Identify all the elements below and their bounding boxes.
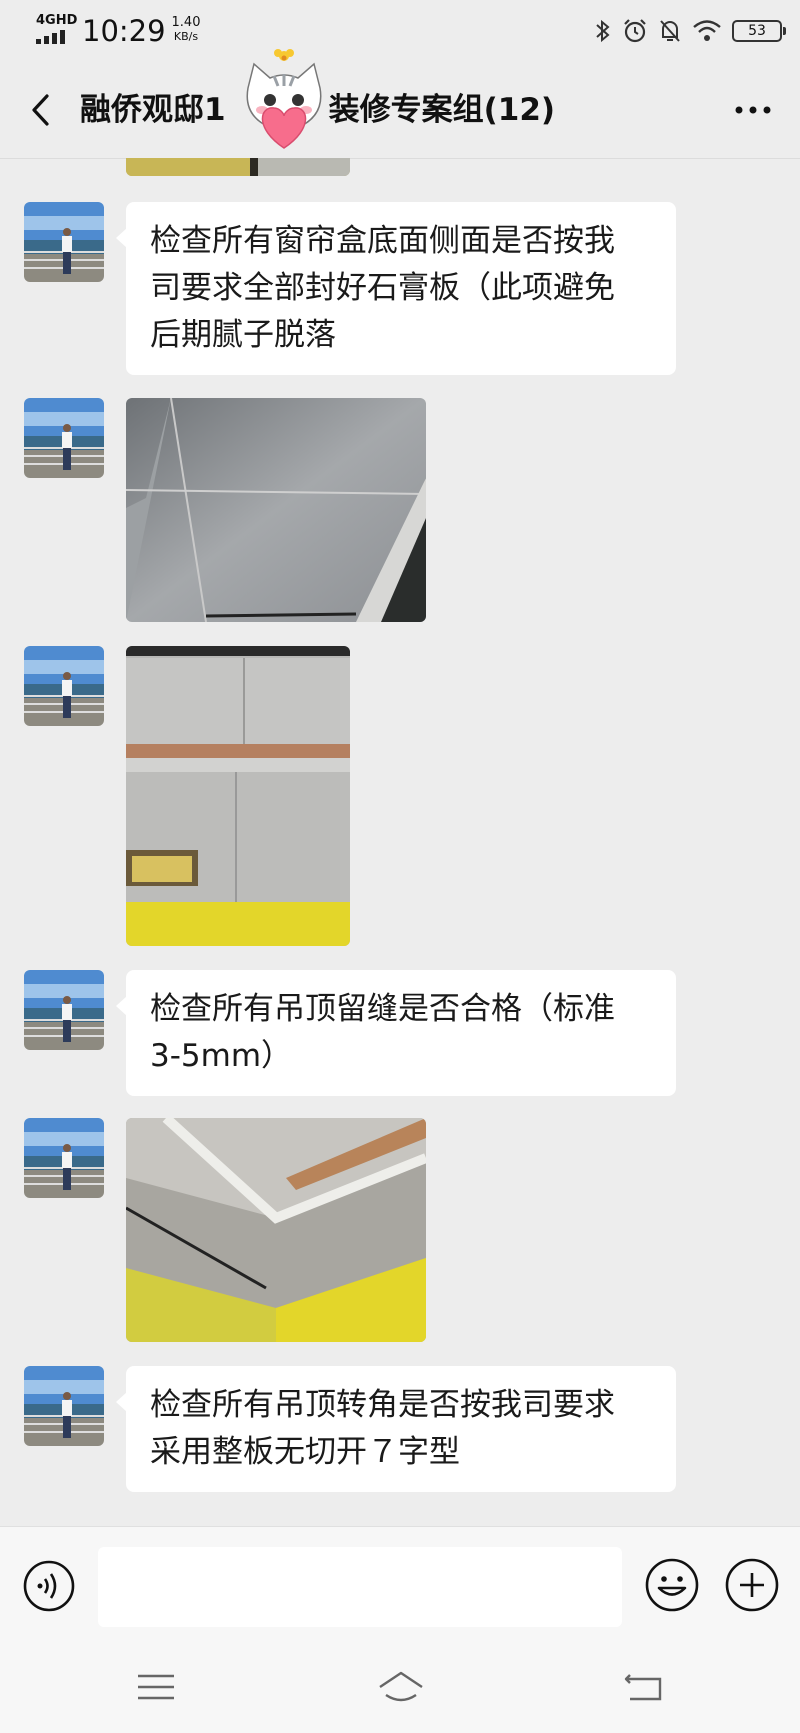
- status-icons: 53: [594, 14, 786, 48]
- emoji-icon[interactable]: [644, 1557, 700, 1613]
- message-text-line: 采用整板无切开７字型: [150, 1434, 460, 1470]
- message-image[interactable]: [126, 158, 350, 176]
- avatar[interactable]: [24, 202, 104, 282]
- clock: 10:29: [82, 14, 166, 48]
- message-bubble[interactable]: 检查所有吊顶留缝是否合格（标准 3-5mm）: [116, 970, 676, 1096]
- message-text-line: 检查所有窗帘盒底面侧面是否按我: [150, 223, 615, 259]
- avatar[interactable]: [24, 1118, 104, 1198]
- voice-icon[interactable]: [22, 1559, 76, 1613]
- image-content: [126, 646, 350, 946]
- speed-value: 1.40: [171, 15, 201, 30]
- wifi-icon: [693, 20, 721, 41]
- message-list[interactable]: 检查所有窗帘盒底面侧面是否按我 司要求全部封好石膏板（此项避免 后期腻子脱落 检…: [0, 158, 800, 1526]
- image-content: [126, 158, 350, 176]
- message-text-line: 司要求全部封好石膏板（此项避免: [150, 270, 615, 306]
- network-type: 4GHD: [36, 13, 78, 28]
- image-content: [126, 398, 426, 622]
- speed-unit: KB/s: [173, 30, 199, 43]
- message-text-line: 检查所有吊顶留缝是否合格（标准: [150, 991, 615, 1027]
- image-content: [126, 1118, 426, 1342]
- chat-title-part2: 装修专案组(12): [328, 92, 556, 128]
- message-text-line: 检查所有吊顶转角是否按我司要求: [150, 1387, 615, 1423]
- input-bar: [0, 1526, 800, 1644]
- avatar[interactable]: [24, 970, 104, 1050]
- network-speed: 1.40 KB/s: [168, 16, 204, 44]
- message-input[interactable]: [98, 1547, 622, 1627]
- chat-title-part1: 融侨观邸1: [80, 92, 226, 128]
- message-image[interactable]: [126, 398, 426, 622]
- alarm-icon: [624, 19, 646, 43]
- chat-header: 融侨观邸1 装修专案组(12): [0, 49, 800, 159]
- message-bubble[interactable]: 检查所有窗帘盒底面侧面是否按我 司要求全部封好石膏板（此项避免 后期腻子脱落: [116, 202, 676, 375]
- mute-bell-icon: [660, 20, 680, 42]
- bluetooth-icon: [596, 19, 610, 43]
- status-bar: 4GHD 10:29 1.40 KB/s 53: [0, 0, 800, 62]
- battery-icon: 53: [732, 20, 786, 42]
- avatar[interactable]: [24, 398, 104, 478]
- message-text-line: 3-5mm）: [150, 1038, 293, 1074]
- menu-icon[interactable]: [134, 1669, 178, 1705]
- cat-sticker-icon: [246, 49, 322, 149]
- message-text-line: 后期腻子脱落: [150, 317, 336, 353]
- return-icon[interactable]: [622, 1669, 666, 1705]
- message-image[interactable]: [126, 646, 350, 946]
- plus-icon[interactable]: [724, 1557, 780, 1613]
- avatar[interactable]: [24, 646, 104, 726]
- home-icon[interactable]: [376, 1669, 426, 1705]
- message-image[interactable]: [126, 1118, 426, 1342]
- avatar[interactable]: [24, 1366, 104, 1446]
- message-bubble[interactable]: 检查所有吊顶转角是否按我司要求 采用整板无切开７字型: [116, 1366, 676, 1492]
- more-dots-icon[interactable]: [728, 90, 778, 130]
- chevron-left-icon[interactable]: [22, 86, 62, 134]
- system-navigation: [0, 1643, 800, 1733]
- signal-icon: [36, 30, 72, 44]
